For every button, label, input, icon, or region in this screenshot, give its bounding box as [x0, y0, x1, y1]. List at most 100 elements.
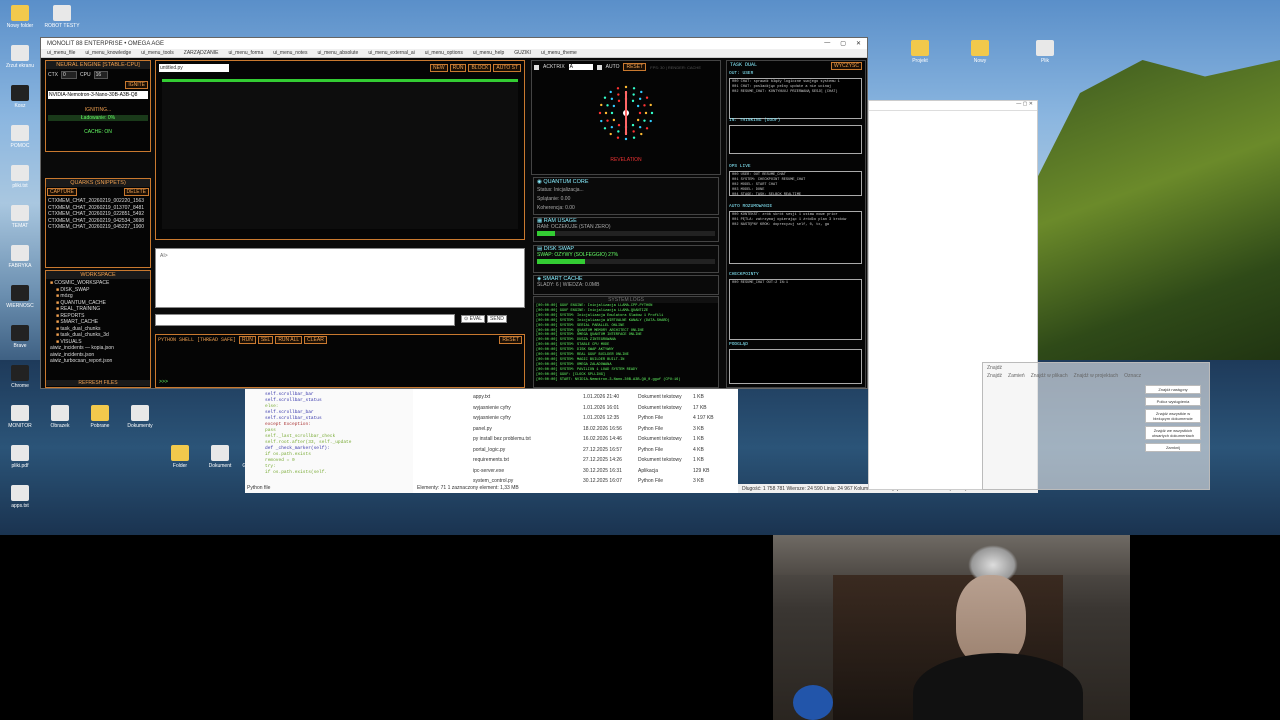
- refresh-files-button[interactable]: REFRESH FILES: [46, 380, 150, 386]
- shell-reset-button[interactable]: RESET: [499, 336, 522, 344]
- desktop-icon[interactable]: pliki.pdf: [0, 445, 40, 469]
- desktop-icon[interactable]: Dokument: [200, 445, 240, 469]
- shell-button[interactable]: RUN: [239, 336, 256, 344]
- workspace-item[interactable]: aiwiz_turbocsan_report.json: [50, 358, 146, 365]
- explorer-row[interactable]: wyjasnienie cyfry 1.01.2026 12:35 Python F…: [473, 413, 734, 424]
- shell-button[interactable]: RUN ALL: [275, 336, 303, 344]
- cpu-input[interactable]: 16: [93, 71, 108, 79]
- menu-item[interactable]: ui_menu_notes: [273, 50, 307, 56]
- find-tab[interactable]: Zamień: [1008, 373, 1025, 379]
- send-button[interactable]: SEND: [487, 315, 507, 323]
- explorer-row[interactable]: py install bez problemu.txt 16.02.2026 14…: [473, 434, 734, 445]
- explorer-row[interactable]: wyjasnienie cyfry 1.01.2026 16:01 Dokument…: [473, 403, 734, 414]
- main-window[interactable]: MONOLIT 88 ENTERPRISE • OMEGA AGE — ▢ ✕ ui…: [40, 37, 868, 389]
- menu-item[interactable]: ui_menu_absolute: [317, 50, 358, 56]
- find-tab[interactable]: Znajdź: [987, 373, 1002, 379]
- menu-item[interactable]: ui_menu_tools: [141, 50, 174, 56]
- right-section-box[interactable]: 000 USER: OUT RESUME_CHAT 001 SYSTEM: CHE…: [729, 171, 862, 196]
- find-dialog-button[interactable]: Zamknij: [1145, 443, 1201, 452]
- eval-button[interactable]: ⊙ EVAL: [461, 315, 486, 323]
- code-editor-area[interactable]: [162, 79, 518, 229]
- find-dialog-button[interactable]: Policz wystąpienia: [1145, 397, 1201, 406]
- maximize-icon[interactable]: ▢: [840, 40, 846, 47]
- find-tab[interactable]: Oznacz: [1124, 373, 1141, 379]
- desktop-icon[interactable]: Plik: [1025, 40, 1065, 64]
- desktop-icon[interactable]: apps.txt: [0, 485, 40, 509]
- explorer-row[interactable]: appy.txt 1.01.2026 21:40 Dokument tekstowy…: [473, 392, 734, 403]
- editor-tab[interactable]: RUN: [449, 64, 467, 72]
- desktop-icon[interactable]: Dokumenty: [120, 405, 160, 429]
- orbit-dot: [600, 103, 603, 107]
- menu-item[interactable]: ZARZĄDZANIE: [184, 50, 219, 56]
- explorer-cell-size: 3 KB: [693, 425, 704, 432]
- desktop-icon[interactable]: Brave: [0, 325, 40, 349]
- desktop-icon[interactable]: Obrazek: [40, 405, 80, 429]
- desktop-icon[interactable]: TEMAT: [0, 205, 40, 229]
- visual-reset-button[interactable]: RESET: [623, 63, 647, 71]
- desktop-icon[interactable]: Pobrane: [80, 405, 120, 429]
- quark-item[interactable]: CTXMEM_CHAT_20260219_002220_1563: [48, 198, 148, 205]
- explorer-row[interactable]: panel.py 18.02.2026 16:56 Python File 3 KB: [473, 424, 734, 435]
- explorer-row[interactable]: portal_logic.py 27.12.2025 16:57 Python Fi…: [473, 445, 734, 456]
- close-icon[interactable]: ✕: [856, 40, 861, 47]
- right-section-box[interactable]: 000 CHAT: sprawdź błędy logiczne swojego…: [729, 78, 862, 119]
- find-dialog-button[interactable]: Znajdź wszystkie w bieżącym dokumencie: [1145, 409, 1201, 423]
- ai-prompt-input[interactable]: AI>: [155, 248, 525, 308]
- ignite-button[interactable]: IGNITE: [125, 81, 148, 89]
- menu-item[interactable]: ui_menu_file: [47, 50, 75, 56]
- menu-item[interactable]: ui_menu_options: [425, 50, 463, 56]
- right-section-box[interactable]: [729, 349, 862, 384]
- model-select[interactable]: NVIDIA-Nemotron-3-Nano-30B-A3B-Q8: [48, 91, 148, 99]
- menu-item[interactable]: ui_menu_theme: [541, 50, 577, 56]
- desktop-icon[interactable]: Nowy folder: [0, 5, 40, 29]
- find-dialog-button[interactable]: Znajdź we wszystkich otwartych dokumenta…: [1145, 426, 1201, 440]
- right-section-box[interactable]: [729, 125, 862, 154]
- delete-button[interactable]: DELETE: [123, 188, 149, 196]
- desktop-icon[interactable]: MONITOR: [0, 405, 40, 429]
- minimize-icon[interactable]: —: [824, 40, 830, 47]
- orbit-dot: [617, 99, 621, 103]
- command-input[interactable]: [155, 314, 455, 326]
- clear-button[interactable]: WYCZYŚĆ: [831, 62, 862, 70]
- acktrix-select[interactable]: A: [568, 64, 593, 70]
- explorer-window[interactable]: appy.txt 1.01.2026 21:40 Dokument tekstowy…: [413, 388, 738, 493]
- menu-item[interactable]: ui_menu_knowledge: [85, 50, 131, 56]
- menu-item[interactable]: ui_menu_forma: [229, 50, 264, 56]
- find-dialog[interactable]: Znajdź Znajdź Zamień Znajdź w plikach Znajd…: [982, 362, 1210, 490]
- desktop-icon[interactable]: FABRYKA: [0, 245, 40, 269]
- explorer-row[interactable]: requirements.txt 27.12.2025 14:26 Dokument…: [473, 455, 734, 466]
- find-dialog-button[interactable]: Znajdź następny: [1145, 385, 1201, 394]
- shell-prompt[interactable]: >>>: [159, 379, 168, 385]
- right-section-box[interactable]: 000 RESUME_CHAT OUT:2 IN:1: [729, 279, 862, 340]
- desktop-icon[interactable]: POMOC: [0, 125, 40, 149]
- shell-button[interactable]: SEL: [257, 336, 274, 344]
- desktop-icon[interactable]: Projekt: [900, 40, 940, 64]
- desktop-icon[interactable]: WIERNOSC: [0, 285, 40, 309]
- acktrix-checkbox[interactable]: [534, 64, 539, 70]
- editor-tab[interactable]: BLOCK: [468, 64, 492, 72]
- explorer-row[interactable]: ipc-server.exe 30.12.2025 16:31 Aplikacja 1…: [473, 466, 734, 477]
- auto-checkbox[interactable]: [596, 64, 602, 70]
- desktop-icon[interactable]: Zrzut ekranu: [0, 45, 40, 69]
- filename-field[interactable]: untitled.py: [159, 64, 229, 72]
- find-tab[interactable]: Znajdź w plikach: [1031, 373, 1068, 379]
- menu-item[interactable]: ui_menu_help: [473, 50, 504, 56]
- shell-button[interactable]: CLEAR: [304, 336, 327, 344]
- menu-item[interactable]: GUZIKI: [514, 50, 531, 56]
- menu-item[interactable]: ui_menu_external_ai: [368, 50, 414, 56]
- desktop-icon[interactable]: Chrome: [0, 365, 40, 389]
- ctx-input[interactable]: 0: [61, 71, 77, 79]
- quark-item[interactable]: CTXMEM_CHAT_20260219_022851_5492: [48, 211, 148, 218]
- desktop-icon[interactable]: ROBOT TESTY: [42, 5, 82, 29]
- find-tab[interactable]: Znajdź w projektach: [1074, 373, 1118, 379]
- editor-tab[interactable]: NEW: [429, 64, 448, 72]
- quark-item[interactable]: CTXMEM_CHAT_20260219_045227_1900: [48, 224, 148, 231]
- editor-tab[interactable]: AUTO ST: [493, 64, 521, 72]
- desktop-icon[interactable]: Nowy: [960, 40, 1000, 64]
- right-section-box[interactable]: 000 KONTEKST: zrób skrót sesji 1 ustaw n…: [729, 211, 862, 264]
- desktop-icon[interactable]: Kosz: [0, 85, 40, 109]
- desktop-icon[interactable]: pliki.txt: [0, 165, 40, 189]
- code-editor-window[interactable]: self.scrollbar_bar self.scrollbar_status …: [245, 388, 413, 493]
- desktop-icon[interactable]: Folder: [160, 445, 200, 469]
- capture-button[interactable]: CAPTURE: [47, 188, 77, 196]
